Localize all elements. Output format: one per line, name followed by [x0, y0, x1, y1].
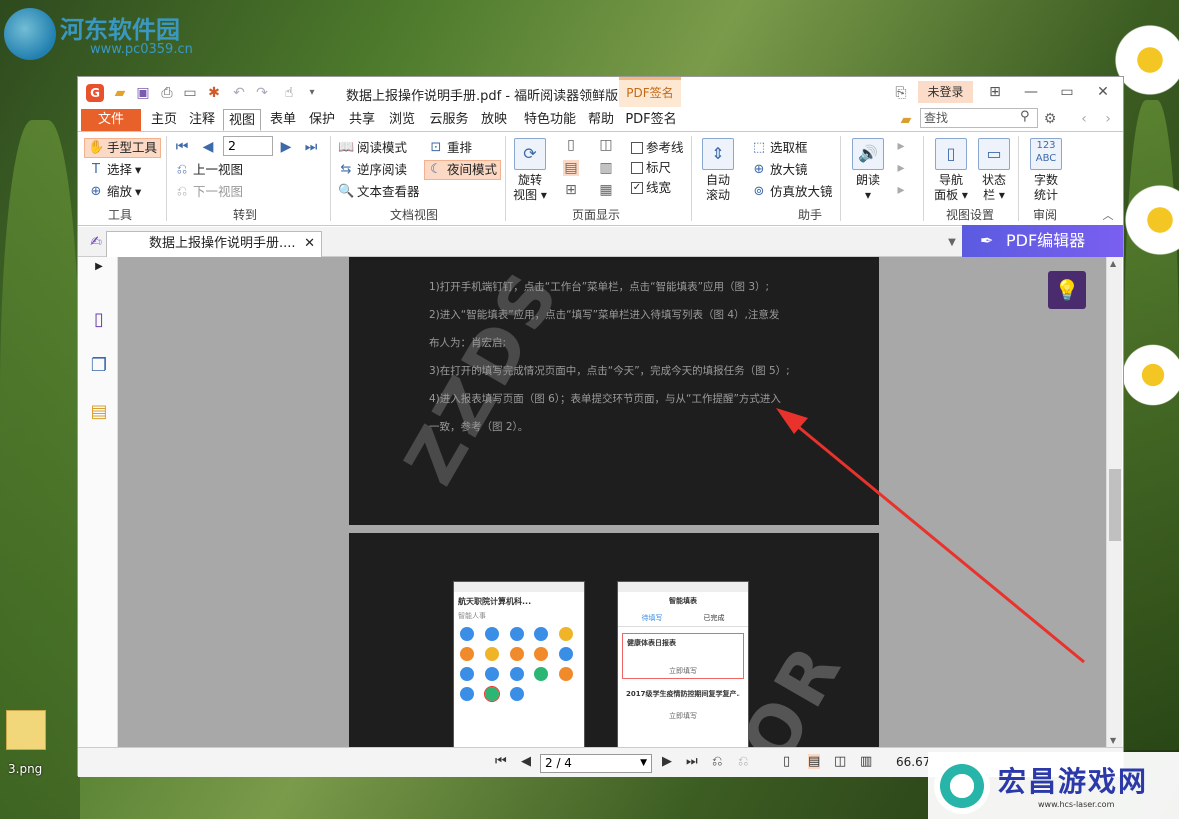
tab-view[interactable]: 视图 [223, 109, 261, 131]
brand-name: 宏昌游戏网 [998, 765, 1149, 798]
arrow-shaft [789, 418, 1085, 664]
brand-watermark: 宏昌游戏网 www.hcs-laser.com [928, 752, 1179, 819]
png-file-icon[interactable] [6, 710, 46, 750]
desktop-file-label[interactable]: 3.png [8, 762, 42, 776]
brand-logo-icon [934, 758, 990, 814]
annotation-arrow [776, 408, 1085, 664]
brand-url: www.hcs-laser.com [1038, 800, 1115, 809]
